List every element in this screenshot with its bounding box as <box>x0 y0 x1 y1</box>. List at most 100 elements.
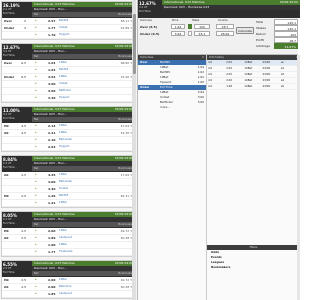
calc-row-2-income: 28.69 <box>216 31 234 36</box>
bookmaker-name[interactable]: Cashpoint <box>58 235 115 241</box>
arbitrage-card[interactable]: 26.19% 2.1 UT Full Time International, U23 … <box>1 1 136 40</box>
outcome-line: 2.5 <box>21 173 26 177</box>
bookmaker-name[interactable]: Betinsider <box>58 179 115 185</box>
bookmaker-name[interactable]: Betonline <box>58 284 115 290</box>
bookmaker-name[interactable]: Unibet <box>58 81 115 87</box>
bookmaker-name[interactable]: 10Bet <box>58 60 115 66</box>
calc-row-2-radio[interactable] <box>188 31 192 36</box>
bookmaker-name[interactable]: Funbet <box>58 186 115 192</box>
bookmaker-name[interactable]: 10Bet <box>58 123 115 129</box>
odds-row[interactable]: H0 2.5 ▸ 1.26 Bet365 82.31 % <box>2 193 135 200</box>
odds-row[interactable]: ▸ 3.60 Betfinder <box>2 88 135 95</box>
arbitrage-card[interactable]: 8.05% 2.2 UT Full Time International, U23 M… <box>1 211 136 257</box>
filter-item[interactable]: Bookmakers <box>207 265 300 270</box>
bookmaker-name[interactable]: Bet365 <box>58 67 115 73</box>
calc-row-1-price[interactable]: 1.64 <box>171 24 185 29</box>
bookmaker-name[interactable]: 10Bet <box>58 242 115 248</box>
card-ft: Full Time <box>3 222 15 225</box>
bookmaker-name[interactable]: 10Bet <box>58 74 115 80</box>
odds-value: 2.21 <box>48 131 56 135</box>
arbitrage-list-panel: 26.19% 2.1 UT Full Time International, U23 … <box>0 0 138 300</box>
odds-row[interactable]: Under 2 ▸ 1.77 Unibet 41.89 % <box>2 25 135 32</box>
history-row[interactable]: 4.0 1.98 10Bet 03/09 e5 <box>207 84 300 90</box>
odds-row[interactable]: ▸ 2.10 Betinsider <box>2 137 135 144</box>
arrow-icon: ▸ <box>35 96 37 99</box>
outcome-line <box>18 291 26 297</box>
card-ft: Full Time <box>3 12 15 15</box>
odds-row[interactable]: H0 2.5 ▸ 2.00 10Bet 49.72 % <box>2 228 135 235</box>
bookmaker-name[interactable]: Unibet <box>58 25 115 31</box>
bookmaker-name[interactable]: Tipsport <box>58 144 115 150</box>
bookmaker-name[interactable]: Tipsport <box>58 32 115 38</box>
arbitrage-card[interactable]: 11.00% 3.2 UT Full Time International, U23 … <box>1 106 136 152</box>
calc-row-1-stake[interactable]: 100 <box>194 24 210 29</box>
bookmaker-name[interactable]: Thebookie <box>58 249 115 255</box>
bookmaker-name[interactable]: Bet365 <box>58 18 115 24</box>
arbitrage-card[interactable]: 6.55% 2.2 UT Full Time International, U23 M… <box>1 260 136 299</box>
arbitrage-card[interactable]: 12.67% 3.2 UT Full Time International, U23 … <box>1 43 136 103</box>
detail-sub: 3.2 UT <box>139 6 148 9</box>
bookmaker-name[interactable]: Betfinder <box>58 88 115 94</box>
left-scrollbar-thumb[interactable] <box>132 14 136 74</box>
odds-row[interactable]: ▸ 2.03 Tipsport <box>2 144 135 151</box>
history-cell: 10Bet <box>244 73 253 76</box>
odds-row[interactable]: A0 4.5 ▸ 2.21 10Bet 52.36 % <box>2 130 135 137</box>
stat-value-arbitrage: 12.67% <box>274 43 298 49</box>
right-scrollbar[interactable] <box>297 55 300 300</box>
arrow-icon: ▸ <box>35 145 37 148</box>
outcome-label: Over <box>4 19 13 23</box>
arrow-icon: ▸ <box>35 89 37 92</box>
odds-row[interactable]: ▸ 1.85 Cashpoint <box>2 291 135 298</box>
bookmaker-name[interactable]: Cashpoint <box>58 291 115 297</box>
outcome-line <box>18 144 26 150</box>
col-bet: Bet <box>34 118 39 121</box>
calc-row-2-price[interactable]: 3.64 <box>171 31 185 36</box>
outcome-line: 6.5 <box>21 75 26 79</box>
outcome-label <box>2 179 18 185</box>
bookmaker-name[interactable]: Betinsider <box>58 137 115 143</box>
outcome-label <box>2 81 18 87</box>
odds-row[interactable]: ▸ 1.90 10Bet <box>2 242 135 249</box>
odds-row[interactable]: Under 6.5 ▸ 3.64 10Bet 31.20 % <box>2 74 135 81</box>
odds-row[interactable]: ▸ 1.21 10Bet <box>2 200 135 207</box>
bookmaker-name[interactable]: 10Bet <box>58 200 115 206</box>
calc-row-2-stake[interactable]: 45.1 <box>194 31 210 36</box>
odds-row[interactable]: ▸ 1.77 Thebookie <box>2 249 135 256</box>
odds-row[interactable]: A0 2.5 ▸ 1.89 Cashpoint 50.28 % <box>2 235 135 242</box>
odds-row[interactable]: ▸ 3.40 Tipsport <box>2 95 135 102</box>
bookmaker-name[interactable]: 10Bet <box>58 130 115 136</box>
outcome-line: 2.5 <box>21 278 26 282</box>
odds-row[interactable]: A0 2.5 ▸ 4.25 10Bet 17.69 % <box>2 172 135 179</box>
bookmaker-name[interactable]: 10Bet <box>58 277 115 283</box>
arrow-icon: ▸ <box>35 229 37 232</box>
arrow-icon: ▸ <box>35 173 37 176</box>
odds-row[interactable]: ▸ 4.30 Funbet <box>2 186 135 193</box>
calc-row-1-radio[interactable] <box>188 24 192 29</box>
left-scrollbar[interactable] <box>132 0 136 300</box>
odds-row[interactable]: H0 4.5 ▸ 2.13 10Bet 47.64 % <box>2 123 135 130</box>
odds-row[interactable]: ▸ 4.00 Betinsider <box>2 179 135 186</box>
odds-row[interactable]: A0 2.5 ▸ 2.00 Betonline 50.28 % <box>2 284 135 291</box>
card-ft: Full Time <box>3 166 15 169</box>
calculate-button[interactable]: Calculate <box>236 27 254 34</box>
bookmaker-name[interactable]: Bet365 <box>58 193 115 199</box>
outcome-line: 2.5 <box>21 285 26 289</box>
arbitrage-card[interactable]: 8.84% 2.3 UT Full Time International, U23 M… <box>1 155 136 208</box>
arrow-icon: ▸ <box>35 19 37 22</box>
outcome-line <box>18 242 26 248</box>
bookmaker-name[interactable]: 10Bet <box>58 172 115 178</box>
outcome-tree-item[interactable]: more... <box>138 105 206 110</box>
odds-row[interactable]: Over 6.5 ▸ 1.64 10Bet 68.80 % <box>2 60 135 67</box>
odds-value: 1.77 <box>48 250 56 254</box>
odds-row[interactable]: ▸ 1.70 Tipsport <box>2 32 135 39</box>
col-bet: Bet <box>34 55 39 58</box>
bookmaker-name[interactable]: 10Bet <box>58 228 115 234</box>
odds-row[interactable]: ▸ 1.64 Bet365 <box>2 67 135 74</box>
arrow-icon: ▸ <box>35 75 37 78</box>
bookmaker-name[interactable]: Tipsport <box>58 95 115 101</box>
odds-row[interactable]: H0 2.5 ▸ 2.00 10Bet 49.72 % <box>2 277 135 284</box>
odds-row[interactable]: Over 2 ▸ 2.57 Bet365 58.11 % <box>2 18 135 25</box>
detail-panel: 12.67% 3.2 UT Full Time International, U… <box>138 0 300 300</box>
odds-row[interactable]: ▸ 3.60 Unibet <box>2 81 135 88</box>
odds-value: 2.00 <box>48 278 56 282</box>
